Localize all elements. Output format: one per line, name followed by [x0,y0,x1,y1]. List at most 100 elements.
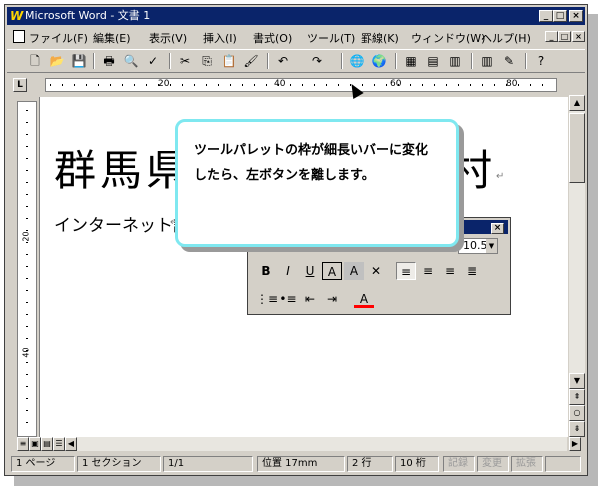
doc-minimize-button[interactable]: _ [545,31,558,42]
drawing-icon[interactable]: ✎ [499,52,519,70]
insert-table-icon[interactable]: ▤ [423,52,443,70]
next-page-button[interactable]: ⇟ [569,421,585,437]
browse-object-button[interactable]: ○ [569,405,585,421]
font-size-box[interactable]: 10.5 ▼ [458,238,498,254]
menu-insert[interactable]: 挿入(I) [203,30,237,46]
hyperlink-icon[interactable]: 🌐 [347,52,367,70]
scroll-right-button[interactable]: ▶ [569,437,581,451]
scroll-thumb[interactable] [569,113,585,183]
vertical-scrollbar[interactable]: ▲ ▼ ⇞ ○ ⇟ [569,95,585,437]
close-button[interactable]: × [569,10,583,22]
font-size-value: 10.5 [463,239,488,252]
maximize-button[interactable]: □ [553,10,567,22]
doc-close-button[interactable]: × [572,31,585,42]
scroll-left-button[interactable]: ◀ [65,437,77,451]
spellcheck-icon[interactable]: ✓ [143,52,163,70]
print-layout-view-button[interactable]: ▤ [41,437,53,451]
character-shading-button[interactable]: A [344,262,364,280]
bold-button[interactable]: B [256,262,276,280]
tab-selector-button[interactable]: L [13,78,27,92]
toolbar-separator [93,53,95,69]
toolbar-separator [341,53,343,69]
chevron-down-icon[interactable]: ▼ [486,239,497,253]
vertical-ruler[interactable]: 20 40 [17,101,37,437]
document-icon[interactable] [13,30,25,43]
ruler-tick [134,84,135,86]
menu-help[interactable]: ヘルプ(H) [481,30,531,46]
web-layout-view-button[interactable]: ▣ [29,437,41,451]
tables-borders-icon[interactable]: ▦ [401,52,421,70]
justify-button[interactable]: ≣ [462,262,482,280]
vruler-tick [26,218,28,219]
minimize-button[interactable]: _ [539,10,553,22]
palette-close-button[interactable]: × [491,223,504,234]
paste-icon[interactable]: 📋 [219,52,239,70]
web-toolbar-icon[interactable]: 🌍 [369,52,389,70]
vruler-tick [26,302,28,303]
ruler-tick [62,84,63,86]
status-pages: 1/1 [163,456,253,472]
status-trk[interactable]: 変更 [477,456,509,472]
save-icon[interactable]: 💾 [69,52,89,70]
outline-view-button[interactable]: ☰ [53,437,65,451]
character-scaling-button[interactable]: ✕ [366,262,386,280]
italic-button[interactable]: I [278,262,298,280]
ruler-tick [470,84,471,86]
ruler-tick [398,84,399,86]
decrease-indent-button[interactable]: ⇤ [300,290,320,308]
menu-table[interactable]: 罫線(K) [361,30,399,46]
scroll-down-button[interactable]: ▼ [569,373,585,389]
ruler-tick [542,84,543,86]
new-doc-icon[interactable]: 🗋 [25,52,45,70]
ruler-tick [434,84,435,86]
document-title-text: 群馬県 [54,146,193,195]
columns-icon[interactable]: ▥ [477,52,497,70]
help-icon[interactable]: ? [531,52,551,70]
ruler-tick [362,84,363,86]
numbering-button[interactable]: ⋮≡ [256,290,278,308]
copy-icon[interactable]: ⎘ [197,52,217,70]
print-icon[interactable]: 🖶 [99,52,119,70]
status-ext[interactable]: 拡張 [511,456,543,472]
bullets-button[interactable]: •≡ [278,290,298,308]
vruler-tick [26,290,28,291]
menu-window[interactable]: ウィンドウ(W) [411,30,485,46]
normal-view-button[interactable]: ≡ [17,437,29,451]
previous-page-button[interactable]: ⇞ [569,389,585,405]
status-rec[interactable]: 記録 [443,456,475,472]
horizontal-scrollbar[interactable] [77,437,567,451]
vruler-tick [26,206,28,207]
font-color-button[interactable]: A [354,290,374,308]
align-right-button[interactable]: ≡ [440,262,460,280]
align-center-button[interactable]: ≡ [418,262,438,280]
vruler-tick [26,170,28,171]
scroll-up-button[interactable]: ▲ [569,95,585,111]
insert-excel-icon[interactable]: ▥ [445,52,465,70]
underline-button[interactable]: U [300,262,320,280]
menu-tools[interactable]: ツール(T) [307,30,355,46]
redo-icon[interactable]: ↷ [307,52,327,70]
undo-icon[interactable]: ↶ [273,52,293,70]
vruler-tick [26,122,28,123]
menu-format[interactable]: 書式(O) [253,30,292,46]
toolbar-separator [169,53,171,69]
vruler-tick [26,410,28,411]
horizontal-ruler[interactable]: 20 40 60 80 [45,78,557,92]
menu-view[interactable]: 表示(V) [149,30,187,46]
size-grip[interactable] [545,456,581,472]
vruler-tick [26,362,28,363]
increase-indent-button[interactable]: ⇥ [322,290,342,308]
horizontal-scroll-row: ≡ ▣ ▤ ☰ ◀ ▶ [17,437,585,453]
title-bar[interactable]: W Microsoft Word - 文書 1 _ □ × [7,7,585,25]
open-icon[interactable]: 📂 [47,52,67,70]
doc-restore-button[interactable]: □ [558,31,571,42]
print-preview-icon[interactable]: 🔍 [121,52,141,70]
cut-icon[interactable]: ✂ [175,52,195,70]
character-border-button[interactable]: A [322,262,342,280]
ruler-tick [254,84,255,86]
status-line: 2 行 [347,456,393,472]
format-painter-icon[interactable]: 🖌 [241,52,261,70]
align-left-button[interactable]: ≡ [396,262,416,280]
menu-file[interactable]: ファイル(F) [29,30,88,46]
menu-edit[interactable]: 編集(E) [93,30,131,46]
